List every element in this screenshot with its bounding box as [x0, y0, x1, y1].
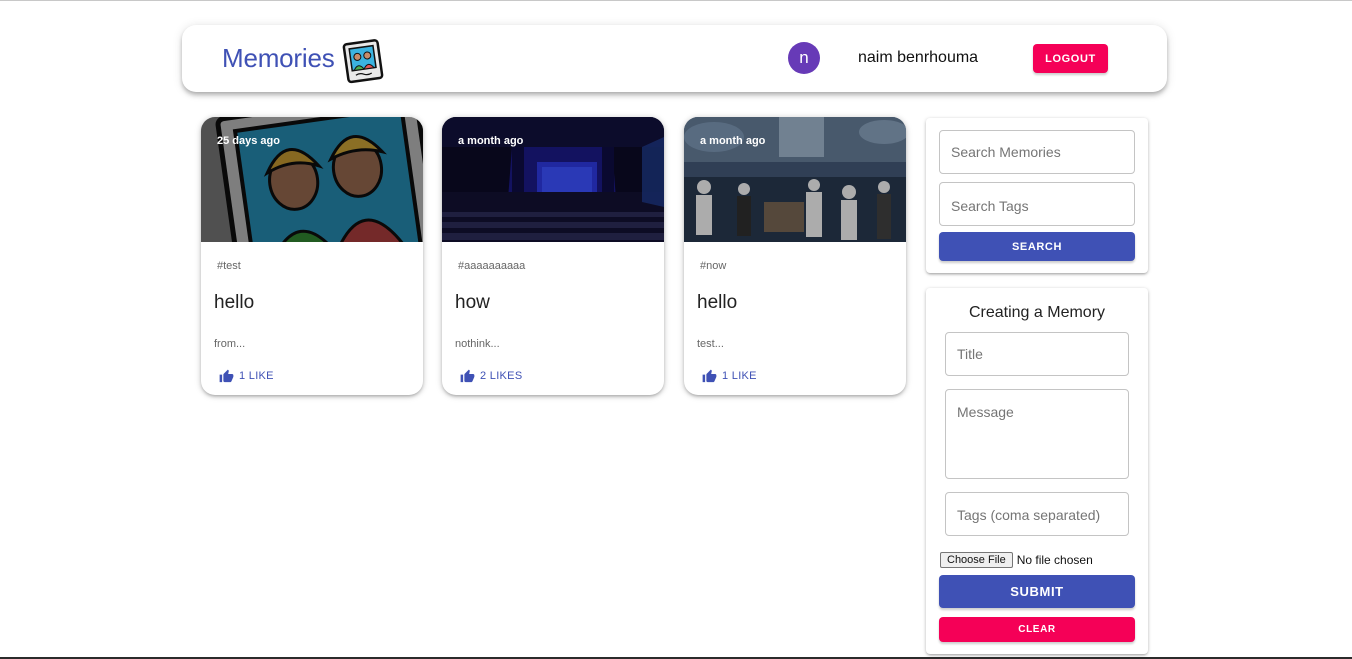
file-status: No file chosen — [1016, 553, 1093, 567]
brand-title[interactable]: Memories — [222, 43, 335, 74]
post-image-theater: a month ago — [442, 117, 664, 242]
post-message: test... — [697, 338, 724, 350]
thumb-up-icon — [702, 369, 717, 382]
post-image-photo-frame: 25 days ago — [201, 117, 423, 242]
like-button[interactable]: 1 LIKE — [213, 364, 280, 388]
window-top-border — [0, 0, 1352, 1]
post-message: nothink... — [455, 338, 500, 350]
title-placeholder: Title — [957, 346, 983, 362]
post-card[interactable]: a month ago #aaaaaaaaaa how nothink... 2… — [442, 117, 664, 395]
file-input: Choose File No file chosen — [940, 552, 1093, 568]
post-time: a month ago — [458, 135, 524, 147]
thumb-up-icon — [460, 369, 475, 382]
avatar[interactable]: n — [788, 42, 820, 74]
message-field[interactable]: Message — [945, 389, 1129, 479]
post-tags: #aaaaaaaaaa — [458, 260, 526, 272]
post-time: a month ago — [700, 135, 766, 147]
post-message: from... — [214, 338, 246, 350]
create-memory-form: Creating a Memory Title Message Tags (co… — [926, 288, 1148, 654]
post-title: how — [455, 292, 490, 313]
memories-logo-icon — [340, 36, 388, 86]
message-placeholder: Message — [957, 404, 1014, 420]
post-card[interactable]: a month ago #now hello test... 1 LIKE — [684, 117, 906, 395]
username: naim benrhouma — [858, 49, 979, 66]
form-title: Creating a Memory — [968, 304, 1106, 321]
post-card[interactable]: 25 days ago #test hello from... 1 LIKE — [201, 117, 423, 395]
like-count: 1 LIKE — [239, 370, 274, 382]
search-button[interactable]: SEARCH — [939, 232, 1135, 261]
like-button[interactable]: 2 LIKES — [454, 364, 528, 388]
search-panel: Search Memories Search Tags SEARCH — [926, 118, 1148, 273]
submit-button[interactable]: SUBMIT — [939, 575, 1135, 608]
post-title: hello — [214, 292, 255, 313]
post-time: 25 days ago — [217, 135, 280, 147]
post-image-party: a month ago — [684, 117, 906, 242]
thumb-up-icon — [219, 369, 234, 382]
post-tags: #now — [700, 260, 727, 272]
post-title: hello — [697, 292, 738, 313]
search-tags-input[interactable]: Search Tags — [939, 182, 1135, 226]
choose-file-button[interactable]: Choose File — [940, 552, 1013, 568]
tags-field[interactable]: Tags (coma separated) — [945, 492, 1129, 536]
logout-button[interactable]: LOGOUT — [1033, 44, 1108, 73]
search-tags-placeholder: Search Tags — [951, 198, 1029, 214]
post-tags: #test — [217, 260, 241, 272]
title-field[interactable]: Title — [945, 332, 1129, 376]
like-button[interactable]: 1 LIKE — [696, 364, 763, 388]
like-count: 1 LIKE — [722, 370, 757, 382]
search-memories-input[interactable]: Search Memories — [939, 130, 1135, 174]
search-memories-placeholder: Search Memories — [951, 144, 1061, 160]
like-count: 2 LIKES — [480, 370, 523, 382]
app-bar: Memories n naim benrhouma LOGOUT — [182, 25, 1167, 92]
clear-button[interactable]: CLEAR — [939, 617, 1135, 642]
tags-placeholder: Tags (coma separated) — [957, 507, 1101, 523]
